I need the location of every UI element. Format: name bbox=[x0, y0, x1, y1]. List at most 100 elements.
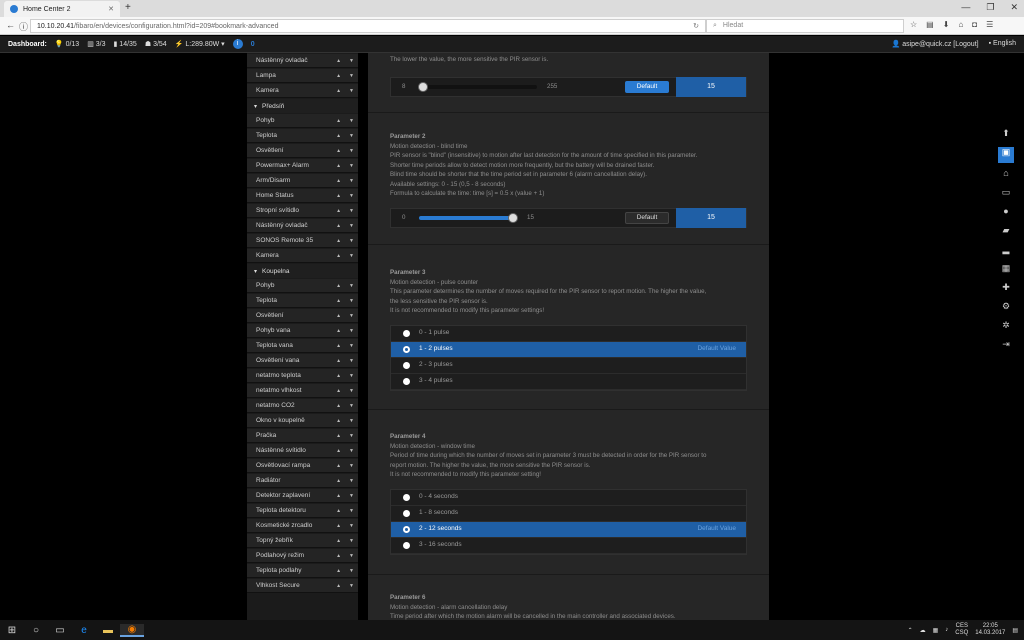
sidebar-device-item[interactable]: Nástěnný ovladač ▲ ▼ bbox=[247, 219, 358, 233]
sidebar-device-item[interactable]: netatmo CO2 ▲ ▼ bbox=[247, 399, 358, 413]
move-up-icon[interactable]: ▲ bbox=[336, 568, 341, 574]
p3-option[interactable]: 2 - 3 pulses bbox=[391, 357, 746, 374]
bulb-icon[interactable]: ● bbox=[1001, 206, 1012, 220]
close-tab-icon[interactable]: ✕ bbox=[108, 5, 114, 13]
address-bar[interactable]: 10.10.20.41/fibaro/en/devices/configurat… bbox=[30, 19, 706, 33]
sidebar-device-item[interactable]: Teplota ▲ ▼ bbox=[247, 129, 358, 143]
move-up-icon[interactable]: ▲ bbox=[336, 343, 341, 349]
param1-default-button[interactable]: Default bbox=[625, 80, 669, 93]
move-down-icon[interactable]: ▼ bbox=[349, 448, 354, 454]
exit-icon[interactable]: ⇥ bbox=[1001, 339, 1012, 353]
param1-slider[interactable]: 8 255 Default 15 bbox=[390, 76, 747, 97]
close-window-icon[interactable]: ✕ bbox=[1010, 2, 1018, 13]
radio-icon[interactable] bbox=[403, 345, 410, 353]
move-up-icon[interactable]: ▲ bbox=[336, 538, 341, 544]
move-up-icon[interactable]: ▲ bbox=[336, 373, 341, 379]
notifications-icon[interactable]: ▤ bbox=[1012, 627, 1018, 634]
blind-icon[interactable]: ▰ bbox=[1001, 225, 1012, 239]
sidebar-device-item[interactable]: Osvětlení ▲ ▼ bbox=[247, 309, 358, 323]
move-up-icon[interactable]: ▲ bbox=[336, 133, 341, 139]
maximize-icon[interactable]: ❐ bbox=[986, 2, 994, 13]
sidebar-device-item[interactable]: Teplota podlahy ▲ ▼ bbox=[247, 564, 358, 578]
sidebar-device-item[interactable]: Arm/Disarm ▲ ▼ bbox=[247, 174, 358, 188]
gear-icon[interactable]: ✲ bbox=[1001, 320, 1012, 334]
lights-stat[interactable]: 💡 0/13 bbox=[55, 40, 79, 48]
language-indicator[interactable]: CES CSQ bbox=[955, 623, 968, 637]
sidebar-device-item[interactable]: Detektor zaplavení ▲ ▼ bbox=[247, 489, 358, 503]
move-up-icon[interactable]: ▲ bbox=[336, 58, 341, 64]
move-down-icon[interactable]: ▼ bbox=[349, 283, 354, 289]
move-up-icon[interactable]: ▲ bbox=[336, 283, 341, 289]
sidebar-device-item[interactable]: Pohyb ▲ ▼ bbox=[247, 114, 358, 128]
move-up-icon[interactable]: ▲ bbox=[336, 583, 341, 589]
search-icon[interactable]: ○ bbox=[24, 625, 48, 636]
move-down-icon[interactable]: ▼ bbox=[349, 58, 354, 64]
sidebar-device-item[interactable]: Kamera ▲ ▼ bbox=[247, 249, 358, 263]
move-down-icon[interactable]: ▼ bbox=[349, 133, 354, 139]
move-down-icon[interactable]: ▼ bbox=[349, 583, 354, 589]
param2-value[interactable]: 15 bbox=[676, 207, 746, 228]
move-down-icon[interactable]: ▼ bbox=[349, 388, 354, 394]
pocket-icon[interactable]: ◘ bbox=[972, 20, 977, 29]
browser-tab[interactable]: Home Center 2 ✕ bbox=[4, 1, 120, 17]
sidebar-device-item[interactable]: Osvětlovací rampa ▲ ▼ bbox=[247, 459, 358, 473]
move-down-icon[interactable]: ▼ bbox=[349, 493, 354, 499]
move-down-icon[interactable]: ▼ bbox=[349, 328, 354, 334]
sidebar-device-item[interactable]: Okno v koupelně ▲ ▼ bbox=[247, 414, 358, 428]
param2-slider[interactable]: 0 15 Default 15 bbox=[390, 207, 747, 228]
sidebar-device-item[interactable]: Teplota detektoru ▲ ▼ bbox=[247, 504, 358, 518]
move-down-icon[interactable]: ▼ bbox=[349, 553, 354, 559]
network-icon[interactable]: ▦ bbox=[933, 627, 939, 634]
move-up-icon[interactable]: ▲ bbox=[336, 88, 341, 94]
move-up-icon[interactable]: ▲ bbox=[336, 313, 341, 319]
sidebar-device-item[interactable]: Pohyb ▲ ▼ bbox=[247, 279, 358, 293]
param2-knob[interactable] bbox=[508, 212, 518, 223]
sidebar-device-item[interactable]: Kamera ▲ ▼ bbox=[247, 84, 358, 98]
tray-arrow-icon[interactable]: ⌃ bbox=[908, 627, 913, 634]
move-down-icon[interactable]: ▼ bbox=[349, 178, 354, 184]
move-down-icon[interactable]: ▼ bbox=[349, 253, 354, 259]
move-up-icon[interactable]: ▲ bbox=[336, 493, 341, 499]
move-down-icon[interactable]: ▼ bbox=[349, 313, 354, 319]
move-down-icon[interactable]: ▼ bbox=[349, 478, 354, 484]
move-down-icon[interactable]: ▼ bbox=[349, 433, 354, 439]
sidebar-device-item[interactable]: netatmo vlhkost ▲ ▼ bbox=[247, 384, 358, 398]
home-icon[interactable]: ⌂ bbox=[958, 20, 963, 29]
info-icon[interactable]: ⓘ bbox=[19, 20, 28, 33]
param1-knob[interactable] bbox=[418, 81, 428, 92]
sidebar-device-item[interactable]: Pračka ▲ ▼ bbox=[247, 429, 358, 443]
save-icon[interactable]: ▣ bbox=[998, 147, 1014, 163]
param2-default-button[interactable]: Default bbox=[625, 211, 669, 224]
p3-option[interactable]: 1 - 2 pulses Default Value bbox=[391, 341, 746, 358]
sidebar-device-item[interactable]: Lampa ▲ ▼ bbox=[247, 69, 358, 83]
move-up-icon[interactable]: ▲ bbox=[336, 523, 341, 529]
move-up-icon[interactable]: ▲ bbox=[336, 463, 341, 469]
plus-icon[interactable]: ✚ bbox=[1001, 282, 1012, 296]
move-down-icon[interactable]: ▼ bbox=[349, 223, 354, 229]
sidebar-room-header[interactable]: Předsíň bbox=[247, 99, 358, 113]
power-stat[interactable]: ⚡ L:289.80W ▾ bbox=[175, 40, 225, 48]
explorer-icon[interactable]: ▬ bbox=[96, 625, 120, 636]
sidebar-device-item[interactable]: Teplota ▲ ▼ bbox=[247, 294, 358, 308]
sidebar-device-item[interactable]: Radiátor ▲ ▼ bbox=[247, 474, 358, 488]
firefox-icon[interactable]: ◉ bbox=[120, 623, 144, 637]
move-down-icon[interactable]: ▼ bbox=[349, 343, 354, 349]
radio-icon[interactable] bbox=[403, 493, 410, 501]
move-up-icon[interactable]: ▲ bbox=[336, 298, 341, 304]
radio-icon[interactable] bbox=[403, 361, 410, 369]
move-up-icon[interactable]: ▲ bbox=[336, 193, 341, 199]
chart-icon[interactable]: ▂ bbox=[1001, 244, 1012, 258]
move-down-icon[interactable]: ▼ bbox=[349, 298, 354, 304]
radio-icon[interactable] bbox=[403, 509, 410, 517]
move-down-icon[interactable]: ▼ bbox=[349, 403, 354, 409]
move-up-icon[interactable]: ▲ bbox=[336, 388, 341, 394]
device-icon[interactable]: ▭ bbox=[1001, 187, 1012, 201]
sidebar-device-item[interactable]: Vlhkost Secure ▲ ▼ bbox=[247, 579, 358, 593]
param1-value[interactable]: 15 bbox=[676, 76, 746, 97]
sidebar-device-item[interactable]: Nástěnné svítidlo ▲ ▼ bbox=[247, 444, 358, 458]
info-badge-icon[interactable]: i bbox=[232, 39, 243, 49]
move-down-icon[interactable]: ▼ bbox=[349, 523, 354, 529]
menu-icon[interactable]: ☰ bbox=[986, 20, 993, 29]
move-up-icon[interactable]: ▲ bbox=[336, 433, 341, 439]
move-down-icon[interactable]: ▼ bbox=[349, 358, 354, 364]
